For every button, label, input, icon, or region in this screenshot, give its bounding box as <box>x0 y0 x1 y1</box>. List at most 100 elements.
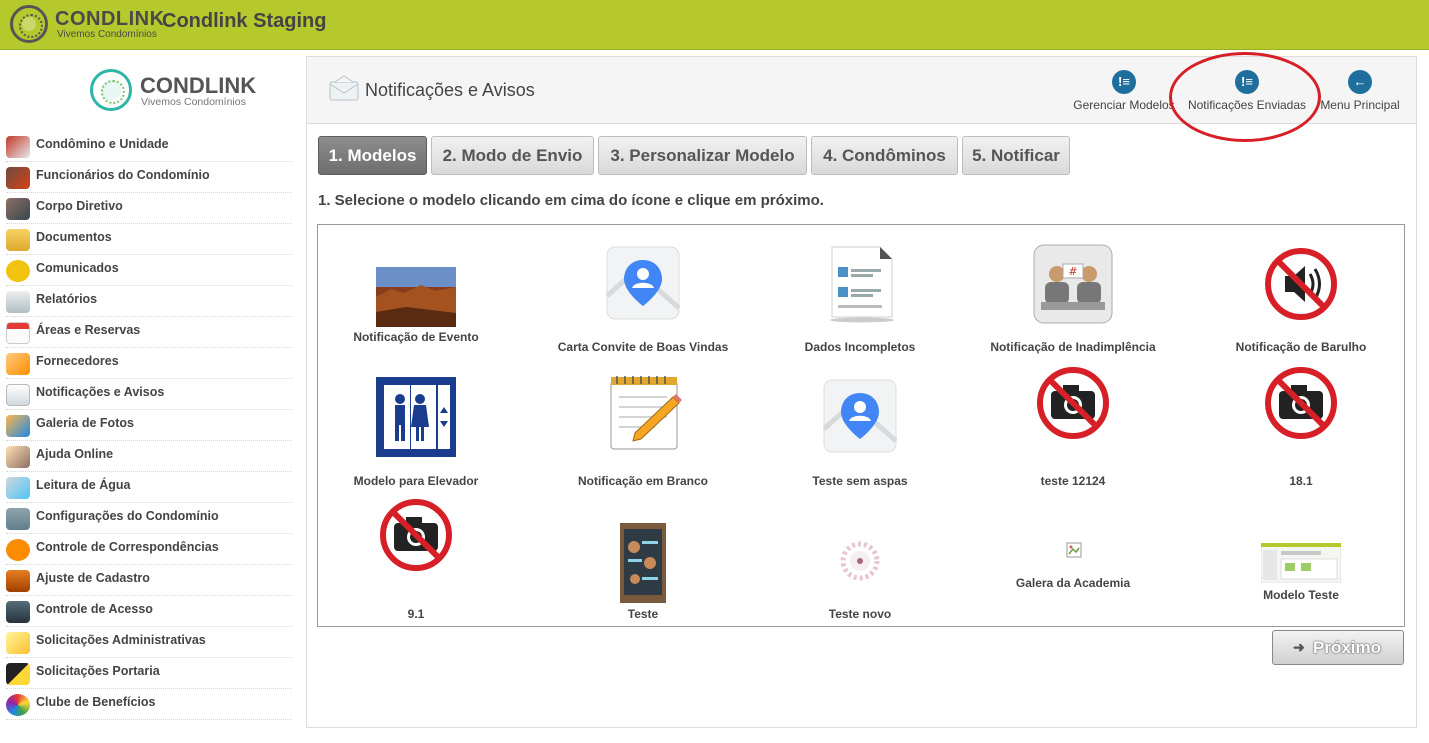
sidebar-item-ajuste-cadastro[interactable]: Ajuste de Cadastro <box>6 565 292 596</box>
screenshot-thumbnail <box>1261 543 1341 583</box>
main-menu-button[interactable]: ← Menu Principal <box>1317 65 1403 117</box>
photos-icon <box>6 415 30 437</box>
model-label: Carta Convite de Boas Vindas <box>557 340 729 354</box>
next-button[interactable]: ➜ Próximo <box>1272 630 1404 665</box>
folder-icon <box>6 229 30 251</box>
no-camera-icon <box>1265 367 1337 439</box>
back-arrow-icon: ← <box>1348 70 1372 94</box>
sidebar-item-galeria-fotos[interactable]: Galeria de Fotos <box>6 410 292 441</box>
brand-name: CONDLINK <box>55 8 165 30</box>
tab-modelos[interactable]: 1. Modelos <box>318 136 427 175</box>
colorful-ball-icon <box>6 694 30 716</box>
model-item[interactable]: Carta Convite de Boas Vindas <box>543 243 743 355</box>
sidebar-item-correspondencias[interactable]: Controle de Correspondências <box>6 534 292 565</box>
sidebar-item-funcionarios[interactable]: Funcionários do Condomínio <box>6 162 292 193</box>
sidebar-item-controle-acesso[interactable]: Controle de Acesso <box>6 596 292 627</box>
app-title: Condlink Staging <box>162 10 327 32</box>
briefcase-icon <box>6 570 30 592</box>
sidebar-item-documentos[interactable]: Documentos <box>6 224 292 255</box>
person-house-icon <box>6 136 30 158</box>
model-item[interactable]: Galera da Academia <box>993 540 1153 600</box>
sidebar-item-relatorios[interactable]: Relatórios <box>6 286 292 317</box>
document-form-icon <box>830 246 894 323</box>
model-label: Notificação de Evento <box>353 330 479 344</box>
sidebar-item-configuracoes[interactable]: Configurações do Condomínio <box>6 503 292 534</box>
sidebar-item-areas-reservas[interactable]: Áreas e Reservas <box>6 317 292 348</box>
page-title: Notificações e Avisos <box>365 80 535 100</box>
tab-personalizar-modelo[interactable]: 3. Personalizar Modelo <box>598 136 807 175</box>
handshake-icon <box>6 353 30 375</box>
model-label: Teste novo <box>828 607 892 621</box>
sidebar-item-ajuda-online[interactable]: Ajuda Online <box>6 441 292 472</box>
model-label: 9.1 <box>407 607 425 621</box>
model-label: Galera da Academia <box>1015 576 1131 590</box>
note-icon <box>6 632 30 654</box>
no-camera-icon <box>1037 367 1109 439</box>
no-camera-icon <box>380 499 452 571</box>
sidebar-menu: Condômino e Unidade Funcionários do Cond… <box>6 131 292 720</box>
model-label: Notificação de Barulho <box>1235 340 1367 354</box>
model-label: Modelo Teste <box>1263 588 1339 602</box>
model-item[interactable]: Notificação de Evento <box>336 265 496 347</box>
broken-image-icon <box>1066 542 1082 558</box>
alert-list-icon: !≡ <box>1112 70 1136 94</box>
highlight-annotation <box>1169 52 1321 142</box>
buildings-icon <box>6 508 30 530</box>
model-item[interactable]: Notificação em Branco <box>543 375 743 490</box>
sidebar-item-comunicados[interactable]: Comunicados <box>6 255 292 286</box>
model-label: 18.1 <box>1289 474 1313 488</box>
model-item[interactable]: Notificação de Barulho <box>1221 243 1381 355</box>
model-label: Notificação de Inadimplência <box>990 340 1156 354</box>
model-item[interactable]: Teste novo <box>780 533 940 623</box>
model-grid: Notificação de Evento Carta Convite de B… <box>317 224 1405 627</box>
sidebar-item-fornecedores[interactable]: Fornecedores <box>6 348 292 379</box>
tab-modo-envio[interactable]: 2. Modo de Envio <box>431 136 594 175</box>
elevator-icon <box>376 377 456 457</box>
condlink-logo-icon[interactable] <box>10 5 48 43</box>
model-item[interactable]: # Notificação de Inadimplência <box>973 243 1173 355</box>
svg-text:#: # <box>1068 265 1077 278</box>
floral-logo-image <box>840 541 880 581</box>
sidebar-logo[interactable]: CONDLINK Vivemos Condomínios <box>90 69 260 115</box>
sidebar-item-condomino-unidade[interactable]: Condômino e Unidade <box>6 131 292 162</box>
model-item[interactable]: Dados Incompletos <box>780 243 940 355</box>
sidebar-item-leitura-agua[interactable]: Leitura de Água <box>6 472 292 503</box>
model-item[interactable]: Modelo para Elevador <box>336 375 496 490</box>
sidebar-item-clube-beneficios[interactable]: Clube de Benefícios <box>6 689 292 720</box>
tab-notificar[interactable]: 5. Notificar <box>962 136 1070 175</box>
model-label: Modelo para Elevador <box>353 474 479 488</box>
sidebar: CONDLINK Vivemos Condomínios Condômino e… <box>0 51 300 743</box>
notepad-pencil-icon <box>610 376 682 450</box>
sidebar-item-solicitacoes-portaria[interactable]: Solicitações Portaria <box>6 658 292 689</box>
top-bar: CONDLINK Vivemos Condomínios Condlink St… <box>0 0 1429 50</box>
model-item[interactable]: 9.1 <box>336 497 496 622</box>
model-label: Teste sem aspas <box>812 474 908 488</box>
sidebar-item-corpo-diretivo[interactable]: Corpo Diretivo <box>6 193 292 224</box>
help-people-icon <box>6 446 30 468</box>
faucet-icon <box>6 477 30 499</box>
employees-icon <box>6 167 30 189</box>
camera-icon <box>6 601 30 623</box>
model-label: Dados Incompletos <box>804 340 916 354</box>
model-label: Teste <box>627 607 659 621</box>
sidebar-brand-tagline: Vivemos Condomínios <box>141 96 246 108</box>
mail-icon <box>6 539 30 561</box>
model-item[interactable]: Teste sem aspas <box>780 375 940 490</box>
model-label: teste 12124 <box>1040 474 1106 488</box>
warning-icon <box>6 260 30 282</box>
model-item[interactable]: Modelo Teste <box>1221 543 1381 605</box>
model-item[interactable]: teste 12124 <box>993 365 1153 490</box>
envelope-icon <box>6 384 30 406</box>
instructions-text: 1. Selecione o modelo clicando em cima d… <box>318 192 824 209</box>
debt-meeting-icon: # <box>1033 244 1113 324</box>
sidebar-item-notificacoes-avisos[interactable]: Notificações e Avisos <box>6 379 292 410</box>
manage-models-button[interactable]: !≡ Gerenciar Modelos <box>1069 65 1179 117</box>
poster-photo <box>620 523 666 603</box>
model-item[interactable]: Teste <box>563 523 723 623</box>
report-icon <box>6 291 30 313</box>
arrow-right-icon: ➜ <box>1293 639 1305 655</box>
tab-condominos[interactable]: 4. Condôminos <box>811 136 958 175</box>
sidebar-item-solicitacoes-admin[interactable]: Solicitações Administrativas <box>6 627 292 658</box>
model-item[interactable]: 18.1 <box>1221 365 1381 490</box>
envelope-icon <box>329 75 359 101</box>
